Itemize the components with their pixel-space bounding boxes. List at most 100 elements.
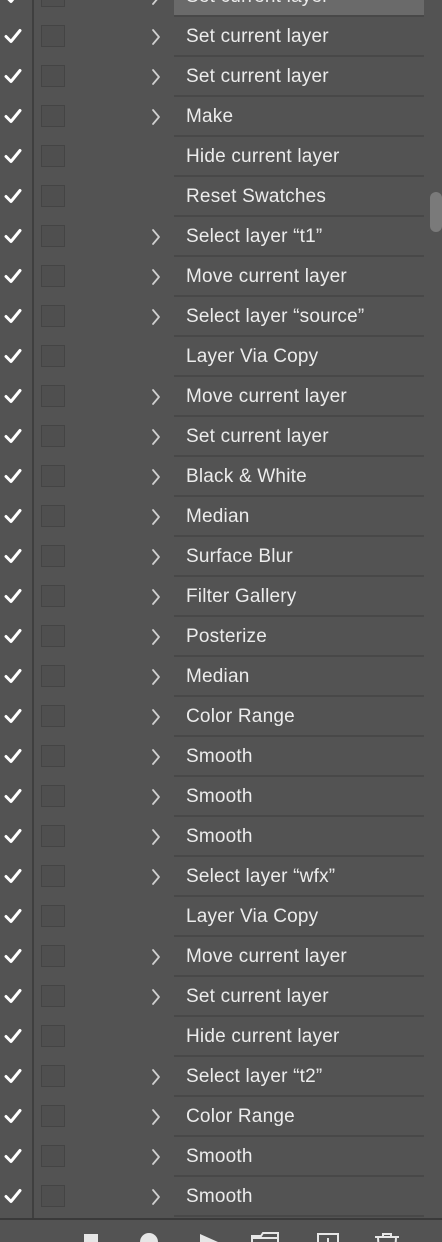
- action-step-row[interactable]: Filter Gallery: [0, 577, 442, 617]
- chevron-right-icon[interactable]: [149, 587, 163, 607]
- dialog-toggle-box[interactable]: [41, 785, 65, 807]
- checkmark-icon[interactable]: [3, 466, 23, 486]
- checkmark-icon[interactable]: [3, 226, 23, 246]
- chevron-right-icon[interactable]: [149, 987, 163, 1007]
- step-item[interactable]: Set current layer: [174, 0, 424, 17]
- trash-icon[interactable]: [374, 1232, 400, 1242]
- dialog-toggle-box[interactable]: [41, 1105, 65, 1127]
- stop-icon[interactable]: [84, 1232, 98, 1242]
- chevron-right-icon[interactable]: [149, 1147, 163, 1167]
- step-item[interactable]: Median: [174, 657, 424, 697]
- chevron-right-icon[interactable]: [149, 947, 163, 967]
- step-item[interactable]: Set current layer: [174, 417, 424, 457]
- dialog-toggle-box[interactable]: [41, 145, 65, 167]
- dialog-toggle-box[interactable]: [41, 985, 65, 1007]
- step-item[interactable]: Smooth: [174, 817, 424, 857]
- action-step-row[interactable]: Select layer “source”: [0, 297, 442, 337]
- action-step-row[interactable]: Set current layer: [0, 57, 442, 97]
- chevron-right-icon[interactable]: [149, 0, 163, 7]
- checkmark-icon[interactable]: [3, 1066, 23, 1086]
- checkmark-icon[interactable]: [3, 386, 23, 406]
- step-item[interactable]: Hide current layer: [174, 137, 424, 177]
- checkmark-icon[interactable]: [3, 346, 23, 366]
- step-item[interactable]: Move current layer: [174, 257, 424, 297]
- dialog-toggle-box[interactable]: [41, 625, 65, 647]
- action-step-row[interactable]: Smooth: [0, 817, 442, 857]
- chevron-right-icon[interactable]: [149, 427, 163, 447]
- checkmark-icon[interactable]: [3, 626, 23, 646]
- dialog-toggle-box[interactable]: [41, 345, 65, 367]
- step-item[interactable]: Set current layer: [174, 17, 424, 57]
- step-item[interactable]: Filter Gallery: [174, 577, 424, 617]
- dialog-toggle-box[interactable]: [41, 1145, 65, 1167]
- chevron-right-icon[interactable]: [149, 547, 163, 567]
- checkmark-icon[interactable]: [3, 146, 23, 166]
- checkmark-icon[interactable]: [3, 186, 23, 206]
- dialog-toggle-box[interactable]: [41, 385, 65, 407]
- dialog-toggle-box[interactable]: [41, 705, 65, 727]
- step-item[interactable]: Surface Blur: [174, 537, 424, 577]
- dialog-toggle-box[interactable]: [41, 225, 65, 247]
- step-item[interactable]: Move current layer: [174, 377, 424, 417]
- action-step-row[interactable]: Smooth: [0, 777, 442, 817]
- action-step-row[interactable]: Smooth: [0, 1137, 442, 1177]
- step-item[interactable]: Smooth: [174, 1137, 424, 1177]
- checkmark-icon[interactable]: [3, 306, 23, 326]
- step-item[interactable]: Set current layer: [174, 977, 424, 1017]
- checkmark-icon[interactable]: [3, 786, 23, 806]
- chevron-right-icon[interactable]: [149, 827, 163, 847]
- step-item[interactable]: Select layer “t1”: [174, 217, 424, 257]
- checkmark-icon[interactable]: [3, 706, 23, 726]
- checkmark-icon[interactable]: [3, 546, 23, 566]
- step-item[interactable]: Move current layer: [174, 937, 424, 977]
- checkmark-icon[interactable]: [3, 906, 23, 926]
- action-step-row[interactable]: Set current layer: [0, 977, 442, 1017]
- action-step-row[interactable]: Median: [0, 657, 442, 697]
- action-step-row[interactable]: Select layer “t1”: [0, 217, 442, 257]
- checkmark-icon[interactable]: [3, 946, 23, 966]
- dialog-toggle-box[interactable]: [41, 1065, 65, 1087]
- step-item[interactable]: Smooth: [174, 737, 424, 777]
- chevron-right-icon[interactable]: [149, 627, 163, 647]
- chevron-right-icon[interactable]: [149, 307, 163, 327]
- dialog-toggle-box[interactable]: [41, 905, 65, 927]
- action-step-row[interactable]: Move current layer: [0, 937, 442, 977]
- dialog-toggle-box[interactable]: [41, 465, 65, 487]
- step-item[interactable]: Median: [174, 497, 424, 537]
- checkmark-icon[interactable]: [3, 106, 23, 126]
- step-item[interactable]: Color Range: [174, 697, 424, 737]
- checkmark-icon[interactable]: [3, 66, 23, 86]
- step-item[interactable]: Layer Via Copy: [174, 337, 424, 377]
- action-step-row[interactable]: Reset Swatches: [0, 177, 442, 217]
- step-item[interactable]: Posterize: [174, 617, 424, 657]
- dialog-toggle-box[interactable]: [41, 745, 65, 767]
- dialog-toggle-box[interactable]: [41, 65, 65, 87]
- step-item[interactable]: Color Range: [174, 1097, 424, 1137]
- chevron-right-icon[interactable]: [149, 467, 163, 487]
- step-item[interactable]: Select layer “source”: [174, 297, 424, 337]
- chevron-right-icon[interactable]: [149, 27, 163, 47]
- checkmark-icon[interactable]: [3, 1106, 23, 1126]
- dialog-toggle-box[interactable]: [41, 585, 65, 607]
- checkmark-icon[interactable]: [3, 506, 23, 526]
- action-step-row[interactable]: Set current layer: [0, 17, 442, 57]
- checkmark-icon[interactable]: [3, 1146, 23, 1166]
- step-item[interactable]: Hide current layer: [174, 1017, 424, 1057]
- step-item[interactable]: Select layer “t2”: [174, 1057, 424, 1097]
- dialog-toggle-box[interactable]: [41, 185, 65, 207]
- checkmark-icon[interactable]: [3, 266, 23, 286]
- dialog-toggle-box[interactable]: [41, 425, 65, 447]
- step-item[interactable]: Set current layer: [174, 57, 424, 97]
- chevron-right-icon[interactable]: [149, 507, 163, 527]
- step-item[interactable]: Layer Via Copy: [174, 897, 424, 937]
- dialog-toggle-box[interactable]: [41, 545, 65, 567]
- action-step-row[interactable]: Make: [0, 97, 442, 137]
- action-step-row[interactable]: Smooth: [0, 1177, 442, 1217]
- checkmark-icon[interactable]: [3, 666, 23, 686]
- dialog-toggle-box[interactable]: [41, 865, 65, 887]
- step-item[interactable]: Smooth: [174, 1177, 424, 1217]
- dialog-toggle-box[interactable]: [41, 105, 65, 127]
- dialog-toggle-box[interactable]: [41, 505, 65, 527]
- action-step-row[interactable]: Select layer “wfx”: [0, 857, 442, 897]
- action-step-row[interactable]: Move current layer: [0, 257, 442, 297]
